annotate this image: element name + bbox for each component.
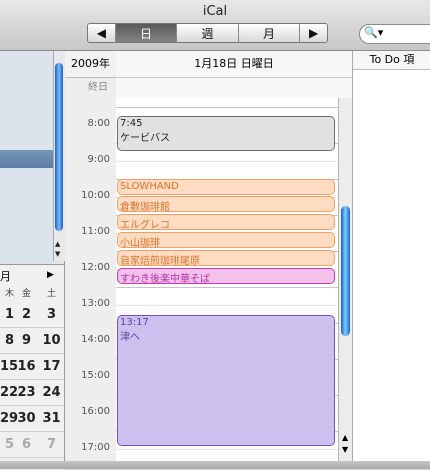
calendar-list-scroll-thumb[interactable] [55,63,63,231]
mini-day[interactable]: 31 [39,406,64,431]
time-label: 11:00 [81,226,110,237]
time-label: 8:00 [87,118,110,129]
weekday-sat: 土 [46,289,56,299]
left-sidebar: ▲ ▼ 月 ▶ 木 金 土 123 8 9 10 15 16 17 22 23 24 29 3… [0,51,65,470]
mini-day[interactable]: 30 [14,406,39,431]
event-kurashiki-coffee[interactable]: 倉敷珈琲館 [117,196,335,212]
mini-day[interactable]: 2 [14,302,39,327]
mini-day[interactable]: 23 [14,380,39,405]
half-hour-line [116,161,338,162]
window-title: iCal [202,4,228,19]
mini-day[interactable]: 16 [14,354,39,379]
time-label: 14:00 [81,334,110,345]
event-el-greco[interactable]: エルグレコ [117,214,335,230]
scroll-down-arrow-icon[interactable]: ▼ [342,445,348,454]
time-label: 15:00 [81,370,110,381]
view-switcher: ◀ 日 週 月 ▶ [87,23,328,43]
mini-day[interactable]: 22 [0,380,18,405]
time-label: 17:00 [81,442,110,453]
mini-calendar: 月 ▶ 木 金 土 123 8 9 10 15 16 17 22 23 24 29 30 31 … [0,264,64,470]
bottom-bar [0,461,430,469]
search-icon: 🔍▾ [364,26,384,39]
mini-calendar-grid: 123 8 9 10 15 16 17 22 23 24 29 30 31 567 [0,302,64,458]
calendar-list[interactable] [0,51,53,261]
mini-day[interactable]: 5 [0,432,14,457]
mini-weekday-headers: 木 金 土 [0,286,64,299]
event-tsu[interactable]: 13:17 津へ [117,315,335,446]
day-date-label: 1月18日 日曜日 [116,51,352,78]
mini-day[interactable]: 29 [0,406,18,431]
event-time: 13:17 [120,317,149,328]
time-label: 13:00 [81,298,110,309]
selected-calendar-row[interactable] [0,150,53,168]
day-header: 1月18日 日曜日 [116,51,352,99]
mini-day[interactable]: 7 [39,432,64,457]
all-day-label: 終日 [65,78,116,98]
event-title: すわき後楽中華そば [120,274,210,284]
year-label: 2009年 [65,51,117,78]
mini-day[interactable]: 17 [39,354,64,379]
event-koyama-coffee[interactable]: 小山珈琲 [117,232,335,248]
todo-panel: To Do 項 [352,51,430,469]
weekday-thu: 木 [4,289,14,299]
mini-day[interactable]: 6 [14,432,39,457]
event-title: エルグレコ [120,220,170,230]
next-button[interactable]: ▶ [300,24,327,42]
event-time: 7:45 [120,118,143,129]
hour-line [116,107,338,108]
mini-day[interactable]: 15 [0,354,18,379]
day-grid[interactable]: 7:45 ケービバス SLOWHAND 倉敷珈琲館 エルグレコ 小山珈琲 自家焙… [116,98,338,469]
day-view-button[interactable]: 日 [115,24,178,42]
hour-line [116,287,338,288]
event-kebibus[interactable]: 7:45 ケービバス [117,116,335,151]
event-title: 津へ [120,332,140,343]
scroll-up-arrow-icon[interactable]: ▲ [55,240,60,248]
mini-month-label: 月 [0,270,11,283]
toolbar: iCal ◀ 日 週 月 ▶ 🔍▾ [0,0,430,51]
time-label: 12:00 [81,262,110,273]
event-title: SLOWHAND [120,181,179,192]
scroll-up-arrow-icon[interactable]: ▲ [342,433,348,442]
search-field[interactable]: 🔍▾ [359,24,430,44]
weekday-fri: 金 [21,289,31,299]
mini-day[interactable]: 1 [0,302,14,327]
event-ohara-coffee[interactable]: 自家焙煎珈琲尾原 [117,250,335,266]
event-title: 倉敷珈琲館 [120,202,170,212]
all-day-text: 終日 [88,82,108,93]
time-label: 16:00 [81,406,110,417]
mini-day[interactable]: 9 [14,328,39,353]
event-suwaki-ramen[interactable]: すわき後楽中華そば [117,268,335,284]
month-view-button[interactable]: 月 [239,24,301,42]
event-slowhand[interactable]: SLOWHAND [117,179,335,195]
half-hour-line [116,449,338,450]
event-title: ケービバス [120,133,170,144]
mini-day[interactable]: 24 [39,380,64,405]
todo-header[interactable]: To Do 項 [353,51,430,70]
day-scrollbar[interactable]: ▲ ▼ [338,98,353,469]
scroll-down-arrow-icon[interactable]: ▼ [55,250,60,258]
week-view-button[interactable]: 週 [177,24,239,42]
mini-day[interactable]: 8 [0,328,14,353]
half-hour-line [116,305,338,306]
event-title: 小山珈琲 [120,238,160,248]
mini-day[interactable]: 3 [39,302,64,327]
calendar-list-scrollbar[interactable]: ▲ ▼ [53,51,65,261]
mini-next-button[interactable]: ▶ [47,270,54,280]
prev-button[interactable]: ◀ [88,24,116,42]
day-scroll-thumb[interactable] [341,206,350,336]
time-column: 8:00 9:00 10:00 11:00 12:00 13:00 14:00 … [65,51,117,469]
mini-day[interactable]: 10 [39,328,64,353]
time-label: 10:00 [81,190,110,201]
event-title: 自家焙煎珈琲尾原 [120,256,200,266]
time-label: 9:00 [87,154,110,165]
